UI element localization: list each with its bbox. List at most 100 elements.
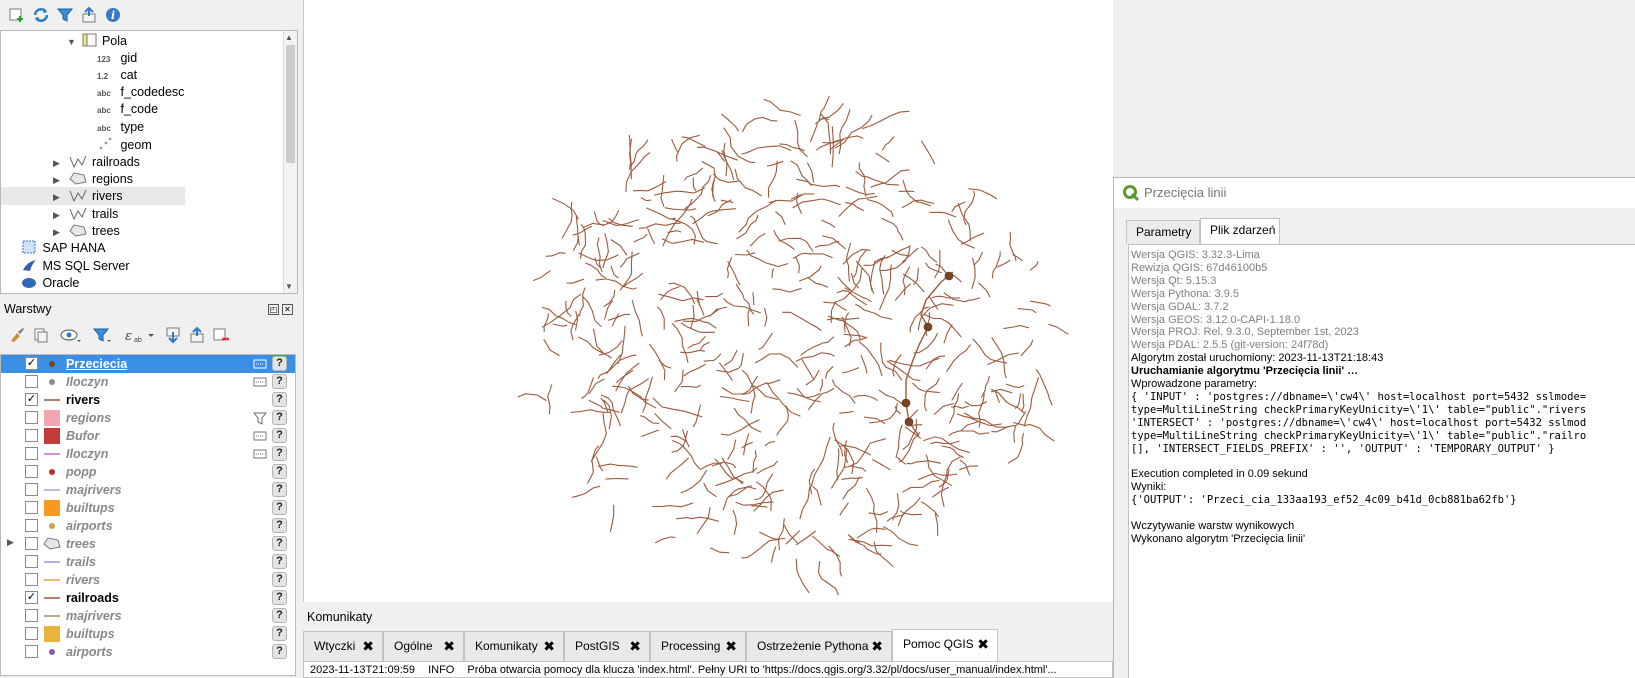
tab-plik-zdarzen[interactable]: Plik zdarzeń [1200,218,1280,244]
help-badge[interactable]: ? [272,572,287,587]
intersection-point[interactable] [901,398,911,408]
close-panel-button[interactable]: ✕ [282,304,293,315]
intersection-point[interactable] [923,322,933,332]
filter-legend-icon[interactable] [92,326,111,344]
close-tab-icon[interactable]: ✖ [871,632,883,660]
help-badge[interactable]: ? [272,482,287,497]
layer-visibility-checkbox[interactable] [25,519,38,532]
info-icon[interactable]: i [104,6,122,24]
style-icon[interactable] [8,326,26,344]
tree-item-oracle[interactable]: Oracle [21,274,79,292]
temporary-layer-icon[interactable] [253,375,267,389]
temporary-layer-icon[interactable] [253,357,267,371]
help-badge[interactable]: ? [272,500,287,515]
close-tab-icon[interactable]: ✖ [629,632,641,660]
temporary-layer-icon[interactable] [253,429,267,443]
collapse-all-icon[interactable] [80,6,98,24]
float-panel-button[interactable]: ◰ [268,304,279,315]
tree-item-railroads[interactable]: ▶ railroads [53,153,140,171]
layer-visibility-checkbox[interactable] [25,555,38,568]
algorithm-log[interactable]: Wersja QGIS: 3.32.3-Lima Rewizja QGIS: 67… [1128,244,1635,678]
help-badge[interactable]: ? [272,536,287,551]
layer-visibility-checkbox[interactable] [25,609,38,622]
help-badge[interactable]: ? [272,446,287,461]
tree-item-trees[interactable]: ▶ trees [53,222,120,240]
layer-visibility-checkbox[interactable]: ✓ [25,591,38,604]
chevron-right-icon[interactable]: ▶ [53,188,65,206]
help-badge[interactable]: ? [272,464,287,479]
layer-visibility-checkbox[interactable] [25,411,38,424]
eye-icon[interactable] [60,326,81,344]
layer-visibility-checkbox[interactable] [25,429,38,442]
layer-row-airports-2[interactable]: airports ? [1,643,295,661]
layer-row-majrivers-2[interactable]: majrivers ? [1,607,295,625]
layer-row-przeciecia[interactable]: ✓ Przeciecia ? [1,355,295,373]
tree-field-type[interactable]: abc type [97,118,144,136]
layer-visibility-checkbox[interactable] [25,627,38,640]
dialog-titlebar[interactable]: Przecięcia linii [1114,178,1635,208]
expression-filter-icon[interactable]: ε ab [124,326,154,344]
layer-row-builtups[interactable]: builtups ? [1,499,295,517]
layer-row-rivers[interactable]: ✓ rivers ? [1,391,295,409]
chevron-down-icon[interactable]: ▼ [67,33,79,51]
layer-visibility-checkbox[interactable]: ✓ [25,357,38,370]
chevron-right-icon[interactable]: ▶ [7,537,14,548]
help-badge[interactable]: ? [272,428,287,443]
layer-row-bufor[interactable]: Bufor ? [1,427,295,445]
tree-item-rivers[interactable]: ▶ rivers [1,187,185,205]
help-badge[interactable]: ? [272,356,287,371]
layer-row-popp[interactable]: popp ? [1,463,295,481]
map-canvas[interactable] [303,0,1113,602]
tree-field-cat[interactable]: 1.2 cat [97,66,137,84]
help-badge[interactable]: ? [272,410,287,425]
layer-visibility-checkbox[interactable] [25,483,38,496]
refresh-icon[interactable] [32,6,50,24]
tree-field-f-code[interactable]: abc f_code [97,100,158,118]
layer-row-iloczyn-2[interactable]: Iloczyn ? [1,445,295,463]
layer-row-builtups-2[interactable]: builtups ? [1,625,295,643]
scroll-down-icon[interactable]: ▼ [285,282,293,291]
layer-row-airports[interactable]: airports ? [1,517,295,535]
add-group-icon[interactable] [32,326,50,344]
help-badge[interactable]: ? [272,392,287,407]
scroll-up-icon[interactable]: ▲ [285,33,293,42]
filter-icon[interactable] [56,6,74,24]
help-badge[interactable]: ? [272,374,287,389]
help-badge[interactable]: ? [272,518,287,533]
help-badge[interactable]: ? [272,626,287,641]
layers-tree[interactable]: ✓ Przeciecia ? Iloczyn ? ✓ rivers ? regi… [0,354,296,676]
tab-parametry[interactable]: Parametry [1126,220,1200,244]
intersection-point[interactable] [904,417,914,427]
close-tab-icon[interactable]: ✖ [977,630,989,658]
scroll-thumb[interactable] [286,45,295,163]
layer-visibility-checkbox[interactable] [25,645,38,658]
layer-row-iloczyn[interactable]: Iloczyn ? [1,373,295,391]
close-tab-icon[interactable]: ✖ [725,632,737,660]
add-selected-layers-icon[interactable] [8,6,26,24]
layer-row-rivers-2[interactable]: rivers ? [1,571,295,589]
layer-visibility-checkbox[interactable] [25,537,38,550]
tree-field-geom[interactable]: geom [97,136,152,154]
filter-indicator-icon[interactable] [253,411,267,425]
layer-visibility-checkbox[interactable] [25,501,38,514]
tab-wtyczki[interactable]: Wtyczki ✖ [303,631,383,661]
layer-row-trees[interactable]: ▶ trees ? [1,535,295,553]
help-badge[interactable]: ? [272,590,287,605]
tab-ogolne[interactable]: Ogólne ✖ [383,631,464,661]
tree-field-f-codedesc[interactable]: abc f_codedesc [97,83,184,101]
intersection-point[interactable] [944,271,954,281]
layer-row-railroads[interactable]: ✓ railroads ? [1,589,295,607]
help-badge[interactable]: ? [272,554,287,569]
tree-field-gid[interactable]: 123 gid [97,49,137,67]
close-tab-icon[interactable]: ✖ [362,632,374,660]
layer-visibility-checkbox[interactable] [25,573,38,586]
layer-visibility-checkbox[interactable] [25,465,38,478]
help-badge[interactable]: ? [272,644,287,659]
layer-visibility-checkbox[interactable] [25,447,38,460]
tree-item-sap-hana[interactable]: SAP HANA [21,239,105,257]
tab-ostrzezenie-pythona[interactable]: Ostrzeżenie Pythona ✖ [746,631,892,661]
close-tab-icon[interactable]: ✖ [543,632,555,660]
layer-row-regions[interactable]: regions ? [1,409,295,427]
tab-komunikaty[interactable]: Komunikaty ✖ [464,631,564,661]
tab-pomoc-qgis[interactable]: Pomoc QGIS ✖ [892,629,998,661]
